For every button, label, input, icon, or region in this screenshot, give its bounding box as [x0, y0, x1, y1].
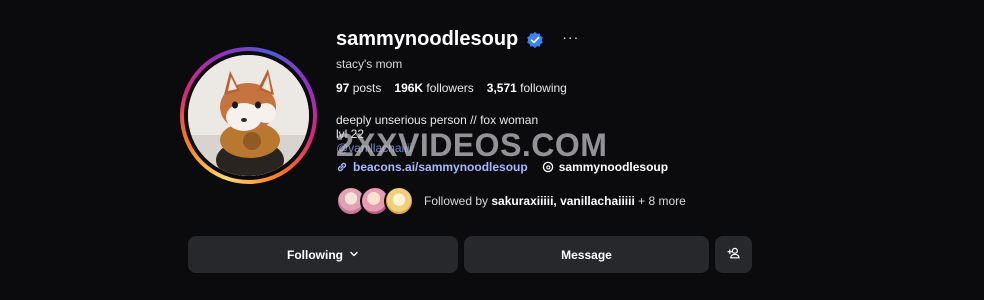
link-icon [336, 161, 348, 173]
avatar-gap [184, 51, 313, 180]
verified-badge-icon [526, 31, 544, 49]
followed-by-suffix: + 8 more [634, 194, 686, 208]
mutual-avatars [336, 186, 414, 216]
following-count: 3,571 [486, 81, 517, 95]
add-person-icon [726, 246, 741, 263]
message-button[interactable]: Message [464, 236, 709, 273]
story-ring[interactable] [180, 47, 317, 184]
following-label: following [520, 81, 567, 95]
followed-by-row[interactable]: Followed by sakuraxiiiii, vanillachaiiii… [336, 186, 686, 216]
mutual-avatar [384, 186, 414, 216]
suggested-accounts-button[interactable] [715, 236, 752, 273]
display-name: stacy's mom [336, 57, 403, 71]
following-stat[interactable]: 3,571 following [487, 81, 567, 95]
fox-plush-image [188, 55, 309, 176]
posts-label: posts [352, 81, 382, 95]
following-button-label: Following [287, 247, 343, 262]
followed-by-text: Followed by sakuraxiiiii, vanillachaiiii… [424, 194, 686, 208]
followers-count: 196K [394, 81, 424, 95]
username-row: sammynoodlesoup ··· [336, 28, 579, 51]
bio: deeply unserious person // fox woman lvl… [336, 113, 538, 155]
bio-line-2: lvl 22 [336, 127, 365, 141]
bio-handle-link[interactable]: @vanillachaiiii [336, 141, 538, 155]
external-link[interactable]: beacons.ai/sammynoodlesoup [336, 160, 528, 174]
username: sammynoodlesoup [336, 28, 519, 50]
threads-icon [542, 161, 554, 173]
bio-line-1: deeply unserious person // fox woman [336, 113, 539, 127]
followed-by-prefix: Followed by [424, 194, 492, 208]
followers-stat[interactable]: 196K followers [394, 81, 473, 95]
posts-count: 97 [336, 81, 350, 95]
followers-label: followers [426, 81, 474, 95]
posts-stat: 97 posts [336, 81, 381, 95]
external-link-text: beacons.ai/sammynoodlesoup [353, 160, 528, 174]
chevron-down-icon [349, 249, 359, 262]
threads-link[interactable]: sammynoodlesoup [542, 160, 668, 174]
following-button[interactable]: Following [188, 236, 458, 273]
threads-link-text: sammynoodlesoup [558, 160, 669, 174]
profile-stats: 97 posts 196K followers 3,571 following [336, 81, 567, 95]
profile-avatar[interactable] [188, 55, 309, 176]
more-icon[interactable]: ··· [562, 30, 579, 44]
followed-by-names: sakuraxiiiii, vanillachaiiiii [491, 194, 635, 208]
message-button-label: Message [561, 247, 612, 262]
links-row: beacons.ai/sammynoodlesoup sammynoodleso… [336, 160, 668, 174]
